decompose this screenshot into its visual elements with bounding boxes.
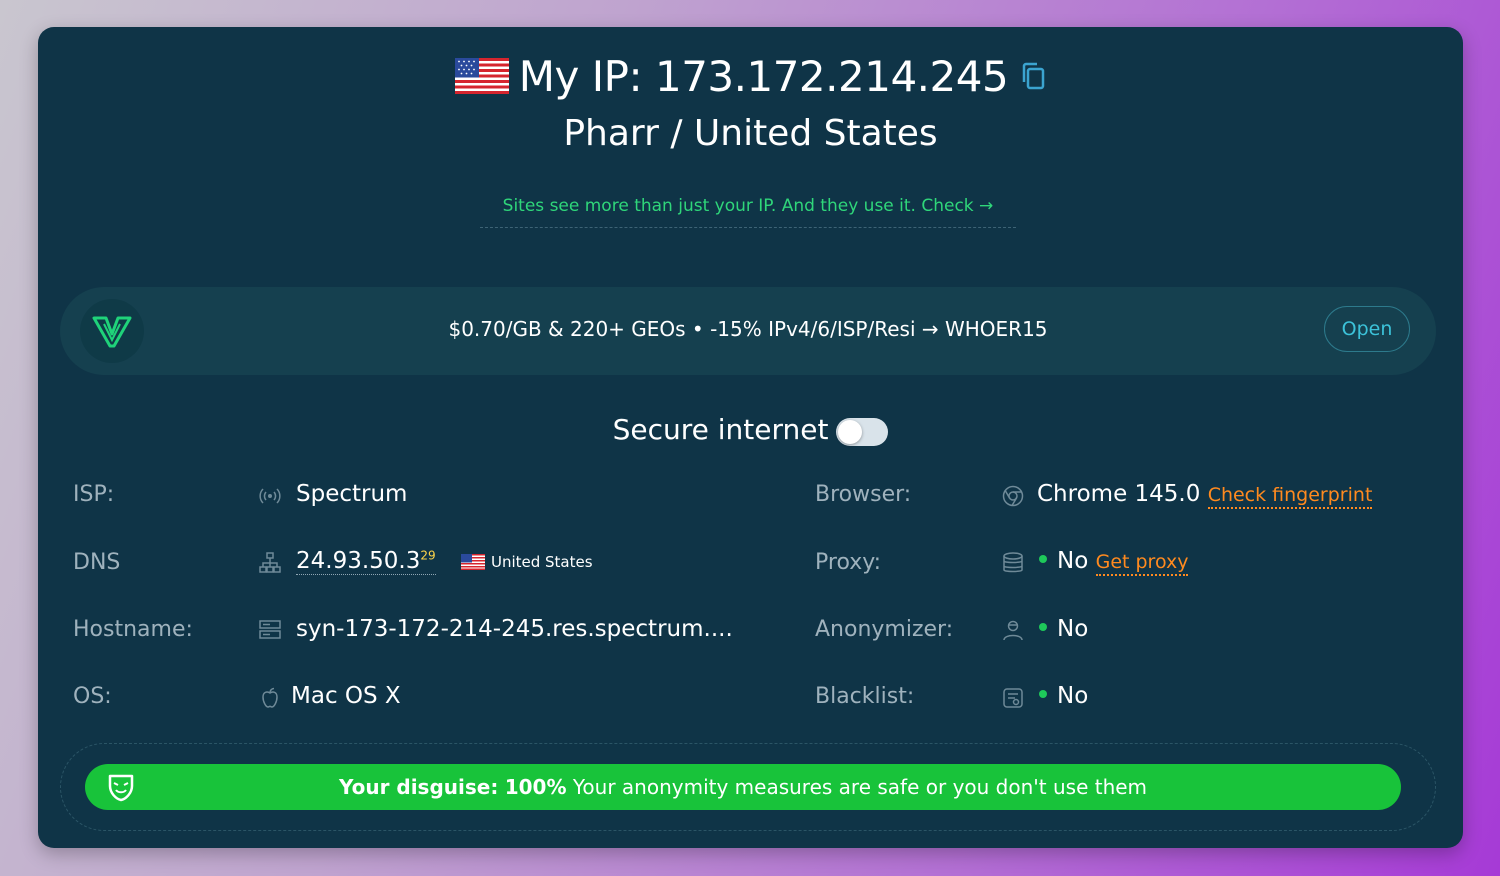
location-text: Pharr / United States	[563, 113, 938, 154]
user-icon	[1003, 620, 1023, 641]
browser-value: Chrome 145.0	[1037, 481, 1201, 507]
get-proxy-link[interactable]: Get proxy	[1095, 551, 1189, 576]
ip-heading: My IP: 173.172.214.245	[38, 49, 1463, 103]
proxy-value: No	[1057, 548, 1089, 574]
isp-value: Spectrum	[296, 481, 408, 507]
open-button[interactable]: Open	[1324, 306, 1410, 352]
disguise-message: Your anonymity measures are safe or you …	[566, 775, 1148, 799]
secure-internet: Secure internet	[38, 413, 1463, 446]
anonymizer-status-dot	[1039, 622, 1047, 631]
proxy-status-dot	[1039, 554, 1047, 563]
ip-title: My IP: 173.172.214.245	[518, 51, 1009, 101]
disguise-container: Your disguise: 100% Your anonymity measu…	[60, 743, 1436, 831]
anonymizer-row: No	[1039, 616, 1088, 642]
blacklist-value: No	[1057, 683, 1089, 709]
disguise-label: Your disguise:	[338, 775, 499, 799]
disguise-text: Your disguise: 100% Your anonymity measu…	[85, 775, 1401, 799]
dns-row: 24.93.50.329 United States	[296, 548, 593, 575]
dns-value[interactable]: 24.93.50.329	[296, 548, 436, 575]
anonymizer-label: Anonymizer:	[815, 617, 954, 642]
hostname-label: Hostname:	[73, 617, 193, 642]
server-icon	[259, 620, 281, 639]
us-flag-icon	[460, 553, 485, 570]
ip-card: My IP: 173.172.214.245 Pharr / United St…	[38, 27, 1463, 848]
dns-country: United States	[460, 552, 593, 571]
signal-icon	[259, 488, 281, 504]
isp-label: ISP:	[73, 482, 115, 507]
network-icon	[259, 552, 281, 573]
hostname-value: syn-173-172-214-245.res.spectrum....	[296, 616, 733, 642]
toggle-knob	[838, 419, 863, 444]
os-label: OS:	[73, 684, 112, 709]
secure-toggle[interactable]	[836, 417, 889, 446]
copy-icon[interactable]	[1020, 61, 1046, 91]
secure-label: Secure internet	[612, 413, 829, 446]
blacklist-label: Blacklist:	[815, 684, 915, 709]
dns-country-name: United States	[490, 552, 593, 571]
check-fingerprint-link[interactable]: Check fingerprint	[1207, 484, 1373, 509]
disguise-percent: 100%	[504, 775, 567, 799]
list-icon	[1003, 688, 1023, 708]
apple-icon	[262, 687, 278, 708]
promo-text: $0.70/GB & 220+ GEOs • -15% IPv4/6/ISP/R…	[448, 317, 1048, 341]
us-flag-icon	[454, 58, 509, 94]
dns-ip: 24.93.50.3	[296, 548, 421, 574]
dns-count: 29	[420, 548, 436, 563]
os-value: Mac OS X	[291, 683, 401, 709]
browser-label: Browser:	[815, 482, 912, 507]
browser-row: Chrome 145.0 Check fingerprint	[1037, 481, 1373, 509]
proxy-label: Proxy:	[815, 550, 882, 575]
check-link[interactable]: Sites see more than just your IP. And th…	[480, 193, 1016, 228]
dns-label: DNS	[73, 550, 121, 575]
blacklist-row: No	[1039, 683, 1088, 709]
anonymizer-value: No	[1057, 616, 1089, 642]
promo-banner[interactable]: $0.70/GB & 220+ GEOs • -15% IPv4/6/ISP/R…	[60, 287, 1436, 375]
proxy-row: No Get proxy	[1039, 548, 1189, 576]
database-icon	[1003, 552, 1023, 573]
disguise-bar[interactable]: Your disguise: 100% Your anonymity measu…	[85, 764, 1401, 810]
browser-icon	[1002, 485, 1024, 507]
ip-address: 173.172.214.245	[654, 51, 1009, 101]
blacklist-status-dot	[1039, 689, 1047, 698]
ip-prefix: My IP:	[518, 51, 655, 101]
